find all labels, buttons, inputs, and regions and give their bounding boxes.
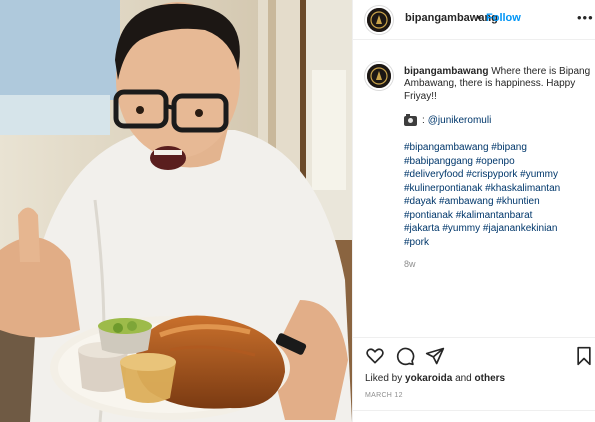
caption-username[interactable]: bipangambawang — [404, 66, 488, 77]
header-username[interactable]: bipangambawang — [405, 12, 498, 24]
hashtag-line[interactable]: #bipangambawang #bipang — [404, 141, 592, 155]
liked-by-user[interactable]: yokaroida — [405, 373, 452, 384]
caption-body: bipangambawang Where there is Bipang Amb… — [404, 66, 592, 249]
liked-by-and: and — [455, 373, 472, 384]
hashtag-line[interactable]: #babipanggang #openpo — [404, 155, 592, 169]
brand-logo-icon — [367, 8, 391, 32]
caption-avatar[interactable] — [365, 62, 393, 90]
post-header: bipangambawang • Follow ••• — [353, 0, 595, 40]
liked-by-others[interactable]: others — [475, 373, 506, 384]
paper-plane-icon[interactable] — [425, 346, 445, 366]
hashtag-line[interactable]: #kulinerpontianak #khaskalimantan — [404, 182, 592, 196]
hashtag-list: #bipangambawang #bipang #babipanggang #o… — [404, 141, 592, 249]
bookmark-icon[interactable] — [575, 346, 593, 366]
profile-avatar[interactable] — [365, 6, 393, 34]
post-age[interactable]: 8w — [404, 259, 416, 269]
comment-bar[interactable] — [353, 410, 595, 422]
action-bar: Liked by yokaroida and others MARCH 12 — [353, 337, 595, 422]
comment-icon[interactable] — [395, 346, 415, 366]
hashtag-line[interactable]: #pork — [404, 236, 592, 250]
post-photo[interactable] — [0, 0, 352, 422]
brand-logo-icon — [367, 64, 391, 88]
hashtag-line[interactable]: #deliveryfood #crispypork #yummy — [404, 168, 592, 182]
camera-icon — [404, 114, 417, 127]
liked-by-text: Liked by yokaroida and others — [365, 373, 505, 384]
post-side-panel: bipangambawang • Follow ••• bipangambawa… — [352, 0, 595, 422]
post-image — [0, 0, 352, 422]
hashtag-line[interactable]: #dayak #ambawang #khuntien — [404, 195, 592, 209]
photo-credit: : @junikeromuli — [404, 114, 592, 127]
hashtag-line[interactable]: #jakarta #yummy #jajanankekinian — [404, 222, 592, 236]
liked-by-prefix: Liked by — [365, 373, 403, 384]
hashtag-line[interactable]: #pontianak #kalimantanbarat — [404, 209, 592, 223]
follow-button[interactable]: Follow — [486, 12, 521, 24]
header-separator: • — [477, 12, 481, 24]
post-date[interactable]: MARCH 12 — [365, 392, 403, 399]
more-options-icon[interactable]: ••• — [577, 11, 594, 24]
credit-handle-link[interactable]: @junikeromuli — [428, 115, 492, 127]
heart-icon[interactable] — [365, 346, 385, 366]
